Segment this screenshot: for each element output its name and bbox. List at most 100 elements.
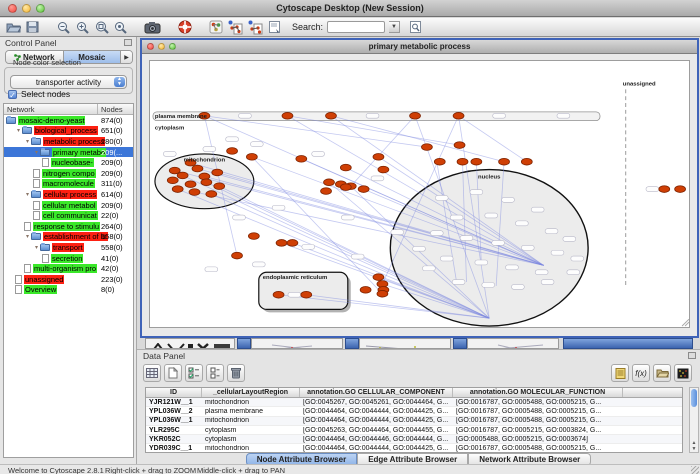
network-label-node[interactable] (541, 280, 554, 285)
table-cell[interactable]: [GO:0016787, GO:0005488, GO:0005215, G..… (453, 417, 623, 424)
tree-row-secretion[interactable]: secretion41(0) (4, 253, 133, 264)
snapshot-button[interactable] (144, 20, 161, 35)
expand-arrow-icon[interactable]: ▾ (24, 138, 31, 145)
node-color-combobox[interactable]: transporter activity ▲▼ (10, 75, 127, 89)
network-label-node[interactable] (557, 113, 570, 118)
column-go-cellular-component[interactable]: annotation.GO CELLULAR_COMPONENT (300, 388, 453, 397)
network-label-node[interactable] (531, 207, 544, 212)
network-label-node[interactable] (646, 187, 659, 192)
network-node[interactable] (421, 144, 432, 151)
expand-arrow-icon[interactable]: ▾ (33, 244, 40, 251)
table-cell[interactable]: YLR295C (146, 427, 202, 434)
table-cell[interactable]: YPL036W__1 (146, 417, 202, 424)
zoom-selected-button[interactable] (113, 20, 128, 35)
network-node[interactable] (454, 142, 465, 149)
table-cell[interactable]: mitochondrion (202, 399, 300, 406)
open-session-button[interactable] (6, 20, 21, 35)
table-cell[interactable]: plasma membrane (202, 408, 300, 415)
network-label-node[interactable] (470, 190, 483, 195)
network-label-node[interactable] (226, 137, 239, 142)
network-label-node[interactable] (502, 197, 515, 202)
network-label-node[interactable] (435, 195, 448, 200)
network-node[interactable] (324, 179, 335, 186)
formula-builder-button[interactable]: f(x) (632, 364, 650, 382)
network-node[interactable] (192, 165, 203, 172)
import-attributes-button[interactable] (653, 364, 671, 382)
table-cell[interactable]: cytoplasm (202, 427, 300, 434)
network-node[interactable] (326, 112, 337, 119)
network-node[interactable] (185, 181, 196, 188)
matrix-view-button[interactable] (674, 364, 692, 382)
network-label-node[interactable] (492, 240, 505, 245)
new-attribute-button[interactable] (164, 364, 182, 382)
tab-overflow-button[interactable]: ▶ (121, 51, 132, 63)
zoom-in-button[interactable] (75, 20, 90, 35)
network-label-node[interactable] (371, 176, 384, 181)
network-label-node[interactable] (252, 262, 265, 267)
table-cell[interactable]: [GO:0044464, GO:0044446, GO:0044444, G..… (300, 436, 453, 443)
network-node[interactable] (189, 189, 200, 196)
network-node[interactable] (296, 155, 307, 162)
network-label-node[interactable] (430, 231, 443, 236)
network-node[interactable] (499, 158, 510, 165)
background-window[interactable] (251, 338, 343, 349)
network-label-node[interactable] (571, 256, 584, 261)
tree-row-transport[interactable]: ▾transport558(0) (4, 242, 133, 253)
background-window-titlebar[interactable] (237, 338, 251, 349)
table-row-ypl036w__2[interactable]: YPL036W__2plasma membrane[GO:0044464, GO… (146, 407, 682, 416)
network-label-node[interactable] (450, 215, 463, 220)
network-node[interactable] (282, 112, 293, 119)
expand-arrow-icon[interactable]: ▾ (33, 149, 40, 156)
delete-attribute-button[interactable] (227, 364, 245, 382)
app-titlebar[interactable]: Cytoscape Desktop (New Session) (0, 0, 700, 17)
first-neighbors-button[interactable] (227, 20, 243, 35)
network-node[interactable] (301, 291, 312, 298)
network-node[interactable] (276, 240, 287, 247)
network-label-node[interactable] (485, 213, 498, 218)
network-label-node[interactable] (203, 147, 216, 152)
network-label-node[interactable] (272, 205, 285, 210)
network-node[interactable] (212, 169, 223, 176)
tree-row-establishment-of-lo[interactable]: ▾establishment of lo558(0) (4, 232, 133, 243)
network-node[interactable] (659, 186, 670, 193)
network-label-node[interactable] (475, 260, 488, 265)
table-row-yjr121w__1[interactable]: YJR121W__1mitochondrion[GO:0045267, GO:0… (146, 398, 682, 407)
resize-grip[interactable] (691, 466, 699, 474)
notepad-button[interactable] (611, 364, 629, 382)
zoom-out-button[interactable] (56, 20, 71, 35)
network-label-node[interactable] (391, 230, 404, 235)
network-node[interactable] (373, 154, 384, 161)
table-cell[interactable]: [GO:0044464, GO:0044444, GO:0044425, G..… (300, 417, 453, 424)
network-node[interactable] (167, 177, 178, 184)
tree-row-cellular-process[interactable]: ▾cellular process614(0) (4, 189, 133, 200)
network-node[interactable] (227, 148, 238, 155)
network-view-titlebar[interactable]: primary metabolic process (142, 40, 697, 54)
network-node[interactable] (232, 252, 243, 259)
network-node[interactable] (360, 287, 371, 294)
network-label-node[interactable] (205, 267, 218, 272)
hide-selected-button[interactable] (247, 20, 263, 35)
network-node[interactable] (206, 191, 217, 198)
tree-row-cell-communicat[interactable]: cell communicat22(0) (4, 210, 133, 221)
float-data-panel-icon[interactable] (688, 352, 696, 359)
table-cell[interactable]: YJR121W__1 (146, 399, 202, 406)
network-node[interactable] (248, 233, 259, 240)
table-cell[interactable]: mitochondrion (202, 445, 300, 452)
network-node[interactable] (434, 158, 445, 165)
network-label-node[interactable] (366, 113, 379, 118)
network-label-node[interactable] (163, 151, 176, 156)
network-label-node[interactable] (511, 284, 524, 289)
background-window-overview[interactable] (145, 338, 235, 349)
background-window-titlebar[interactable] (345, 338, 359, 349)
network-label-node[interactable] (288, 292, 301, 297)
network-label-node[interactable] (545, 229, 558, 234)
table-row-ylr295c[interactable]: YLR295Ccytoplasm[GO:0045263, GO:0044464,… (146, 426, 682, 435)
network-node[interactable] (321, 188, 332, 195)
expand-arrow-icon[interactable]: ▾ (24, 191, 31, 198)
network-node[interactable] (287, 240, 298, 247)
table-cell[interactable]: mitochondrion (202, 417, 300, 424)
network-label-node[interactable] (515, 221, 528, 226)
network-label-node[interactable] (521, 245, 534, 250)
expand-arrow-icon[interactable]: ▾ (15, 127, 22, 134)
network-label-node[interactable] (422, 266, 435, 271)
